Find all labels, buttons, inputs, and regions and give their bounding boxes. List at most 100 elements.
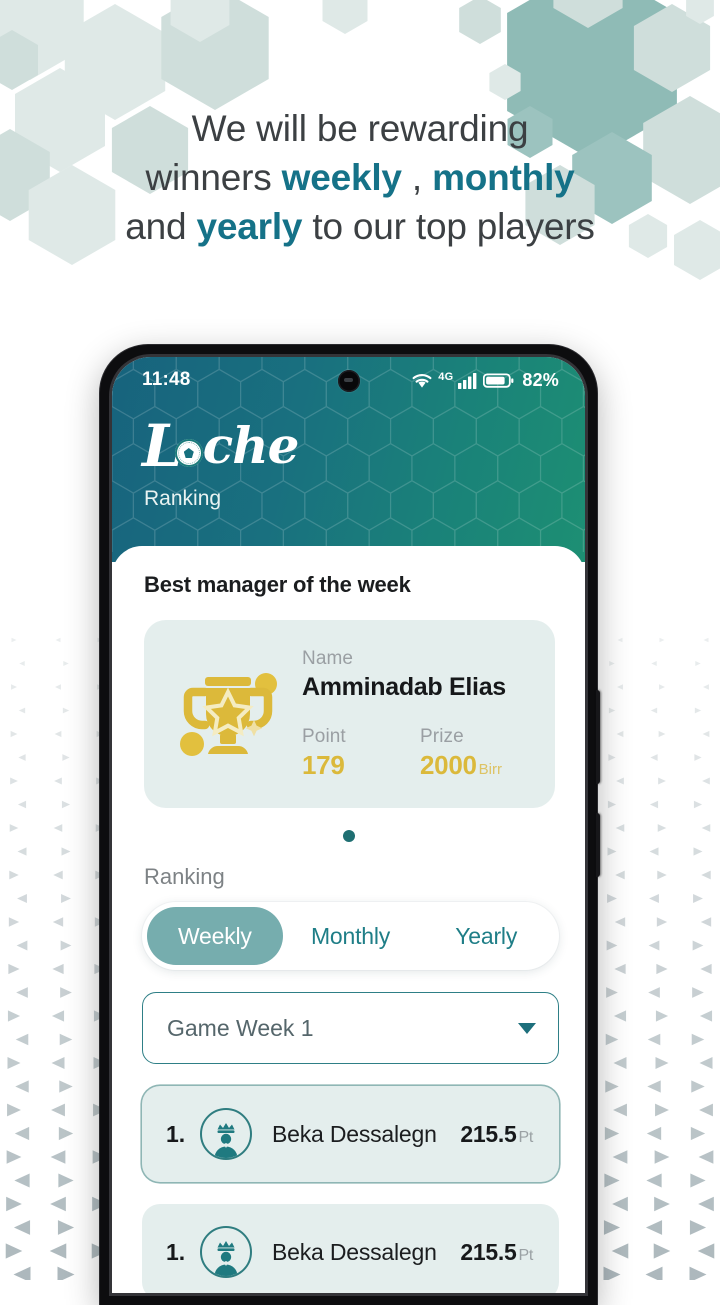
triangle-shape [15,1033,29,1046]
triangle-shape [9,824,19,832]
triangle-shape [51,1103,65,1117]
best-manager-title: Best manager of the week [144,572,411,597]
triangle-shape [51,1057,65,1069]
triangle-shape [17,893,27,904]
triangle-shape [703,684,709,690]
headline-line: We will be rewarding [0,104,720,153]
hexagon-shape [489,64,521,100]
triangle-shape [701,870,711,880]
winner-name-label: Name [302,647,354,669]
triangle-shape [11,637,17,643]
points-value: 215.5 [460,1120,517,1147]
rank-position: 1. [166,1238,186,1265]
hexagon-shape [161,0,269,110]
triangle-shape [698,1150,714,1164]
triangle-shape [52,963,64,975]
ranking-list: 1. Beka Dessalegn 215.5 Pt 1. Beka Dessalegn 2… [142,1086,559,1293]
triangle-shape [10,730,18,738]
triangle-shape [649,893,659,904]
chevron-down-icon[interactable] [518,1022,536,1034]
battery-percent: 82% [522,369,559,390]
rank-position: 1. [166,1120,186,1147]
ranking-label: Ranking [144,864,225,889]
triangle-shape [49,1243,67,1259]
triangle-shape [59,1080,73,1093]
power-button[interactable] [596,813,600,877]
ranking-period-tabs[interactable]: Weekly Monthly Yearly [142,902,559,970]
winner-name-value: Amminadab Elias [302,672,506,701]
winner-point-value: 179 [302,749,345,780]
app-logo: L che [142,417,585,475]
triangle-shape [9,870,19,880]
triangle-shape [689,1266,707,1280]
headline-text: We will be rewarding [191,108,529,149]
triangle-shape [700,917,712,927]
triangle-shape [17,847,27,856]
triangle-shape [605,1033,619,1046]
triangle-shape [646,1126,662,1141]
triangle-shape [7,1010,21,1022]
triangle-shape [6,1150,22,1164]
triangle-shape [617,684,623,690]
volume-button[interactable] [596,690,600,784]
triangle-shape [614,917,626,927]
tab-monthly[interactable]: Monthly [283,907,419,965]
triangle-shape [61,847,71,856]
triangle-shape [650,707,658,714]
front-camera [337,370,360,392]
triangle-shape [692,987,704,998]
triangle-shape [656,917,668,927]
triangle-shape [692,940,704,951]
triangle-shape [658,730,666,738]
prize-currency: Birr [478,760,502,778]
triangle-shape [7,1103,21,1117]
triangle-shape [655,1010,669,1022]
triangle-shape [650,754,658,761]
tab-yearly[interactable]: Yearly [418,907,554,965]
triangle-shape [615,870,625,880]
triangle-shape [654,1150,670,1164]
table-row[interactable]: 1. Beka Dessalegn 215.5 Pt [142,1086,559,1182]
hexagon-shape [0,0,84,80]
triangle-shape [14,1126,30,1141]
triangle-shape [689,1220,707,1235]
headline-accent-word: yearly [196,206,303,247]
triangle-shape [695,660,701,667]
triangle-shape [50,1196,66,1212]
triangle-shape [51,1010,65,1022]
carousel-dots[interactable] [112,830,585,842]
trophy-icon [180,673,277,756]
triangle-shape [698,1196,714,1212]
triangle-shape [702,777,710,785]
winner-prize-value: 2000 Birr [420,750,538,781]
triangle-shape [608,707,616,714]
signal-bars-icon [458,372,477,389]
triangle-shape [54,777,62,785]
triangle-shape [18,754,26,761]
tab-weekly[interactable]: Weekly [147,907,283,965]
network-type-label: 4G [438,370,454,383]
triangle-shape [700,963,712,975]
triangle-shape [60,940,72,951]
best-manager-card[interactable]: Name Amminadab Elias Point 179 Prize 200… [144,620,555,808]
triangle-shape [605,1080,619,1093]
game-week-select[interactable]: Game Week 1 [142,992,559,1064]
triangle-shape [609,660,615,667]
triangle-shape [645,1220,663,1235]
triangle-shape [615,824,625,832]
triangle-shape [616,730,624,738]
winner-prize-label: Prize [420,725,464,747]
triangle-shape [613,1010,627,1022]
triangle-shape [606,987,618,998]
headline-accent-word: weekly [281,157,402,198]
triangle-shape [651,660,657,667]
triangle-shape [697,1243,715,1259]
triangle-shape [703,637,709,643]
triangle-shape [647,1033,661,1046]
carousel-dot-active[interactable] [342,830,355,842]
triangle-shape [8,963,20,975]
phone-mockup: 11:48 4G 82% L che Ranking Best manager … [100,345,600,1305]
phone-bezel: 11:48 4G 82% L che Ranking Best manager … [109,354,588,1296]
triangle-shape [648,987,660,998]
triangle-shape [607,800,617,809]
